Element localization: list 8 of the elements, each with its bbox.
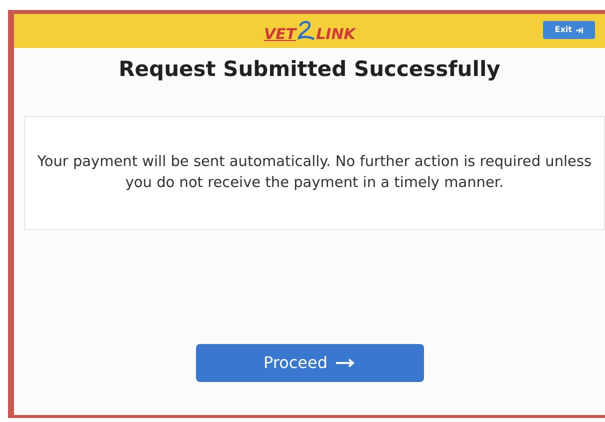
proceed-button[interactable]: Proceed (196, 344, 424, 382)
exit-icon (576, 26, 583, 34)
arrow-icon (336, 358, 356, 368)
page-title: Request Submitted Successfully (118, 56, 502, 83)
message-text: Your payment will be sent automatically. No further action is required unless you do not receive the payment in a timely manner. (36, 152, 593, 192)
logo-text: LINK (316, 27, 356, 42)
exit-button[interactable]: Exit (542, 21, 595, 39)
logo-text: VET (264, 27, 296, 42)
